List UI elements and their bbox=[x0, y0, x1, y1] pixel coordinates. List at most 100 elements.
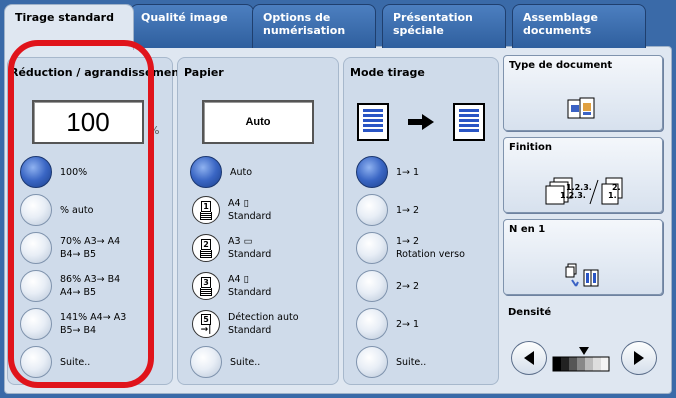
document-type-button[interactable]: Type de document bbox=[503, 55, 663, 131]
copy-page-icon bbox=[453, 103, 485, 141]
bypass-tray-icon: 5 →| bbox=[192, 310, 220, 338]
tab-label: Présentation spéciale bbox=[393, 11, 473, 37]
option-label: 2→ 2 bbox=[396, 280, 420, 292]
option-label: 86% A3→ B4 A4→ B5 bbox=[60, 274, 121, 298]
paper-group: Papier Auto Auto 1 A4 ▯ Standard 2 A3 ▭ St… bbox=[177, 57, 339, 385]
original-page-icon bbox=[357, 103, 389, 141]
radio bbox=[20, 232, 52, 264]
triangle-left-icon bbox=[524, 351, 534, 365]
option-label: Suite.. bbox=[60, 356, 91, 368]
tab-label: Options de numérisation bbox=[263, 11, 346, 37]
density-section: Densité bbox=[503, 303, 663, 385]
reduction-option-70[interactable]: 70% A3→ A4 B4→ B5 bbox=[20, 232, 120, 264]
option-label: A4 ▯ Standard bbox=[228, 274, 272, 298]
mode-group: Mode tirage 1→ 1 1→ 2 1→ 2 Rotation vers… bbox=[343, 57, 499, 385]
paper-option-suite[interactable]: Suite.. bbox=[190, 346, 260, 378]
copier-screen: Tirage standard Qualité image Options de… bbox=[0, 0, 676, 398]
reduction-option-141[interactable]: 141% A4→ A3 B5→ B4 bbox=[20, 308, 126, 340]
mode-illustration bbox=[356, 102, 486, 142]
tab-label: Tirage standard bbox=[15, 11, 114, 24]
option-label: Auto bbox=[230, 166, 253, 178]
radio bbox=[190, 346, 222, 378]
radio bbox=[356, 270, 388, 302]
mode-title: Mode tirage bbox=[350, 66, 425, 79]
radio bbox=[356, 308, 388, 340]
option-label: 141% A4→ A3 B5→ B4 bbox=[60, 312, 127, 336]
tab-assemblage-documents[interactable]: Assemblage documents bbox=[512, 4, 646, 48]
radio-selected bbox=[20, 156, 52, 188]
radio-selected bbox=[356, 156, 388, 188]
option-label: 70% A3→ A4 B4→ B5 bbox=[60, 236, 121, 260]
density-label: Densité bbox=[508, 307, 552, 318]
svg-text:1.: 1. bbox=[608, 191, 617, 200]
reduction-unit: % bbox=[149, 124, 160, 137]
radio bbox=[356, 194, 388, 226]
tray-2-icon: 2 bbox=[192, 234, 220, 262]
radio bbox=[356, 232, 388, 264]
triangle-right-icon bbox=[634, 351, 644, 365]
option-label: Suite.. bbox=[230, 356, 261, 368]
option-label: 1→ 1 bbox=[396, 166, 420, 178]
paper-value-field[interactable]: Auto bbox=[202, 100, 314, 144]
option-label: 1→ 2 Rotation verso bbox=[396, 236, 465, 260]
radio bbox=[356, 346, 388, 378]
mode-option-1-2-rotation[interactable]: 1→ 2 Rotation verso bbox=[356, 232, 465, 264]
main-panel: Réduction / agrandissement 100 % 100% % … bbox=[4, 46, 672, 394]
density-decrease-button[interactable] bbox=[511, 341, 547, 375]
paper-value: Auto bbox=[245, 116, 271, 128]
reduction-group: Réduction / agrandissement 100 % 100% % … bbox=[7, 57, 184, 385]
document-type-icon bbox=[567, 97, 595, 119]
mode-option-1-2[interactable]: 1→ 2 bbox=[356, 194, 419, 226]
mode-option-1-1[interactable]: 1→ 1 bbox=[356, 156, 419, 188]
radio bbox=[20, 308, 52, 340]
density-increase-button[interactable] bbox=[621, 341, 657, 375]
reduction-value: 100 bbox=[66, 106, 110, 137]
reduction-option-86[interactable]: 86% A3→ B4 A4→ B5 bbox=[20, 270, 120, 302]
n-up-icon bbox=[565, 263, 599, 287]
paper-option-tray-2[interactable]: 2 A3 ▭ Standard bbox=[192, 234, 271, 262]
radio bbox=[20, 270, 52, 302]
arrow-right-icon bbox=[408, 114, 434, 130]
reduction-option-suite[interactable]: Suite.. bbox=[20, 346, 90, 378]
radio bbox=[20, 346, 52, 378]
tab-label: Assemblage documents bbox=[523, 11, 598, 37]
tab-presentation-speciale[interactable]: Présentation spéciale bbox=[382, 4, 506, 48]
paper-option-auto[interactable]: Auto bbox=[190, 156, 252, 188]
finishing-button[interactable]: Finition 1.2.3. 1.2.3. 2. 1. bbox=[503, 137, 663, 213]
density-scale-graphic bbox=[552, 347, 610, 372]
radio bbox=[20, 194, 52, 226]
option-label: Suite.. bbox=[396, 356, 427, 368]
option-label: 1→ 2 bbox=[396, 204, 420, 216]
tab-options-numerisation[interactable]: Options de numérisation bbox=[252, 4, 376, 48]
tab-qualite-image[interactable]: Qualité image bbox=[130, 4, 254, 48]
radio-selected bbox=[190, 156, 222, 188]
option-label: 100% bbox=[60, 166, 88, 178]
tray-3-icon: 3 bbox=[192, 272, 220, 300]
reduction-value-field[interactable]: 100 bbox=[32, 100, 144, 144]
option-label: % auto bbox=[60, 204, 94, 216]
n-up-label: N en 1 bbox=[509, 224, 546, 235]
finishing-label: Finition bbox=[509, 142, 553, 153]
tray-1-icon: 1 bbox=[192, 196, 220, 224]
option-label: A3 ▭ Standard bbox=[228, 236, 272, 260]
density-scale bbox=[549, 341, 619, 375]
option-label: Détection auto Standard bbox=[228, 312, 299, 336]
mode-option-suite[interactable]: Suite.. bbox=[356, 346, 426, 378]
paper-option-bypass[interactable]: 5 →| Détection auto Standard bbox=[192, 310, 299, 338]
option-label: 2→ 1 bbox=[396, 318, 420, 330]
paper-option-tray-3[interactable]: 3 A4 ▯ Standard bbox=[192, 272, 271, 300]
tab-label: Qualité image bbox=[141, 11, 228, 24]
reduction-option-100[interactable]: 100% bbox=[20, 156, 87, 188]
tab-tirage-standard[interactable]: Tirage standard bbox=[4, 4, 134, 50]
paper-option-tray-1[interactable]: 1 A4 ▯ Standard bbox=[192, 196, 271, 224]
reduction-title: Réduction / agrandissement bbox=[10, 66, 185, 79]
mode-option-2-1[interactable]: 2→ 1 bbox=[356, 308, 419, 340]
svg-text:1.2.3.: 1.2.3. bbox=[560, 191, 586, 200]
document-type-label: Type de document bbox=[509, 60, 613, 71]
mode-option-2-2[interactable]: 2→ 2 bbox=[356, 270, 419, 302]
n-up-button[interactable]: N en 1 bbox=[503, 219, 663, 295]
paper-title: Papier bbox=[184, 66, 224, 79]
finishing-icon: 1.2.3.1.2.3.2.1. bbox=[545, 177, 623, 205]
reduction-option-auto[interactable]: % auto bbox=[20, 194, 93, 226]
option-label: A4 ▯ Standard bbox=[228, 198, 272, 222]
